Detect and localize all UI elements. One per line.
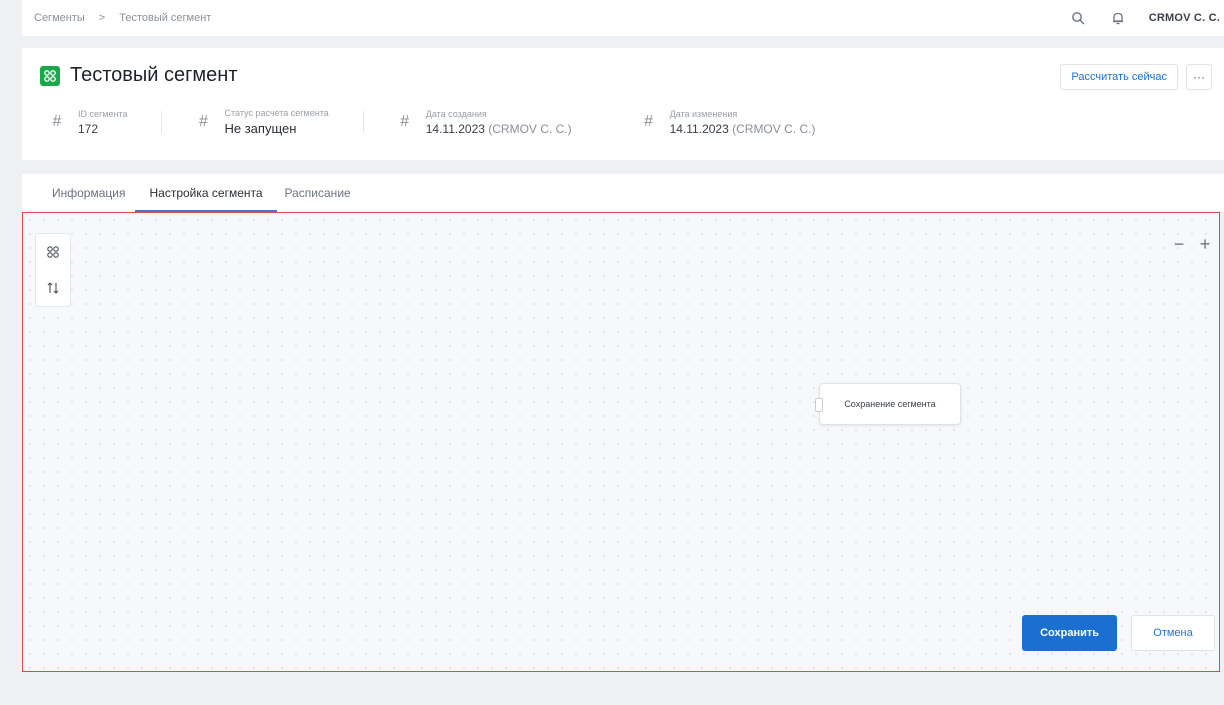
canvas-toolbox: [35, 233, 71, 307]
divider: [161, 111, 163, 133]
meta-label: ID сегмента: [78, 108, 128, 119]
meta-value: 14.11.2023: [669, 121, 729, 136]
user-name[interactable]: CRMOV C. C.: [1149, 12, 1220, 24]
segment-header: Тестовый сегмент Рассчитать сейчас ··· #…: [22, 48, 1224, 160]
tab-bar: Информация Настройка сегмента Расписание: [22, 174, 1224, 212]
meta-value: 172: [78, 121, 99, 136]
meta-value: Не запущен: [224, 121, 297, 136]
tab-schedule[interactable]: Расписание: [285, 186, 351, 212]
breadcrumb-item-current: Тестовый сегмент: [119, 12, 212, 24]
hash-icon: #: [400, 113, 410, 130]
meta-created: # Дата создания 14.11.2023 (CRMOV C. C.): [398, 108, 572, 136]
zoom-controls: − +: [1169, 231, 1215, 257]
meta-calc-status: # Статус расчета сегмента Не запущен: [196, 108, 329, 136]
hash-icon: #: [52, 113, 62, 130]
node-input-handle[interactable]: [815, 398, 823, 412]
zoom-in-button[interactable]: +: [1195, 231, 1215, 257]
sort-icon[interactable]: [44, 279, 62, 297]
meta-label: Статус расчета сегмента: [224, 108, 329, 118]
cancel-button[interactable]: Отмена: [1131, 615, 1215, 651]
node-label: Сохранение сегмента: [844, 399, 936, 409]
divider: [362, 111, 364, 133]
meta-author: (CRMOV C. C.): [732, 121, 816, 136]
top-bar: Сегменты > Тестовый сегмент CRMOV C. C.: [22, 0, 1224, 36]
hash-icon: #: [199, 113, 208, 130]
zoom-out-button[interactable]: −: [1169, 231, 1189, 257]
breadcrumb-item-segments[interactable]: Сегменты: [34, 12, 85, 24]
meta-segment-id: # ID сегмента 172: [50, 108, 128, 136]
tab-segment-settings[interactable]: Настройка сегмента: [135, 186, 277, 212]
hash-icon: #: [644, 113, 654, 130]
meta-value: 14.11.2023: [425, 121, 485, 136]
meta-author: (CRMOV C. C.): [488, 121, 572, 136]
bell-icon[interactable]: [1109, 9, 1127, 27]
meta-modified: # Дата изменения 14.11.2023 (CRMOV C. C.…: [642, 108, 816, 136]
tab-information[interactable]: Информация: [52, 186, 125, 212]
meta-label: Дата создания: [425, 108, 487, 119]
save-button[interactable]: Сохранить: [1022, 615, 1117, 651]
more-actions-button[interactable]: ···: [1186, 64, 1212, 90]
search-icon[interactable]: [1069, 9, 1087, 27]
grid-icon[interactable]: [44, 243, 62, 261]
page-title: Тестовый сегмент: [70, 64, 238, 86]
meta-label: Дата изменения: [669, 108, 738, 119]
save-segment-node[interactable]: Сохранение сегмента: [815, 383, 961, 425]
breadcrumb-separator: >: [98, 12, 106, 24]
recalculate-now-button[interactable]: Рассчитать сейчас: [1060, 64, 1178, 90]
form-actions: Сохранить Отмена: [1022, 615, 1215, 651]
segment-logo-icon: [40, 65, 60, 86]
segment-builder-canvas[interactable]: − + Сохранение сегмента Сохранить Отмена: [22, 212, 1220, 672]
breadcrumb: Сегменты > Тестовый сегмент: [34, 12, 211, 24]
